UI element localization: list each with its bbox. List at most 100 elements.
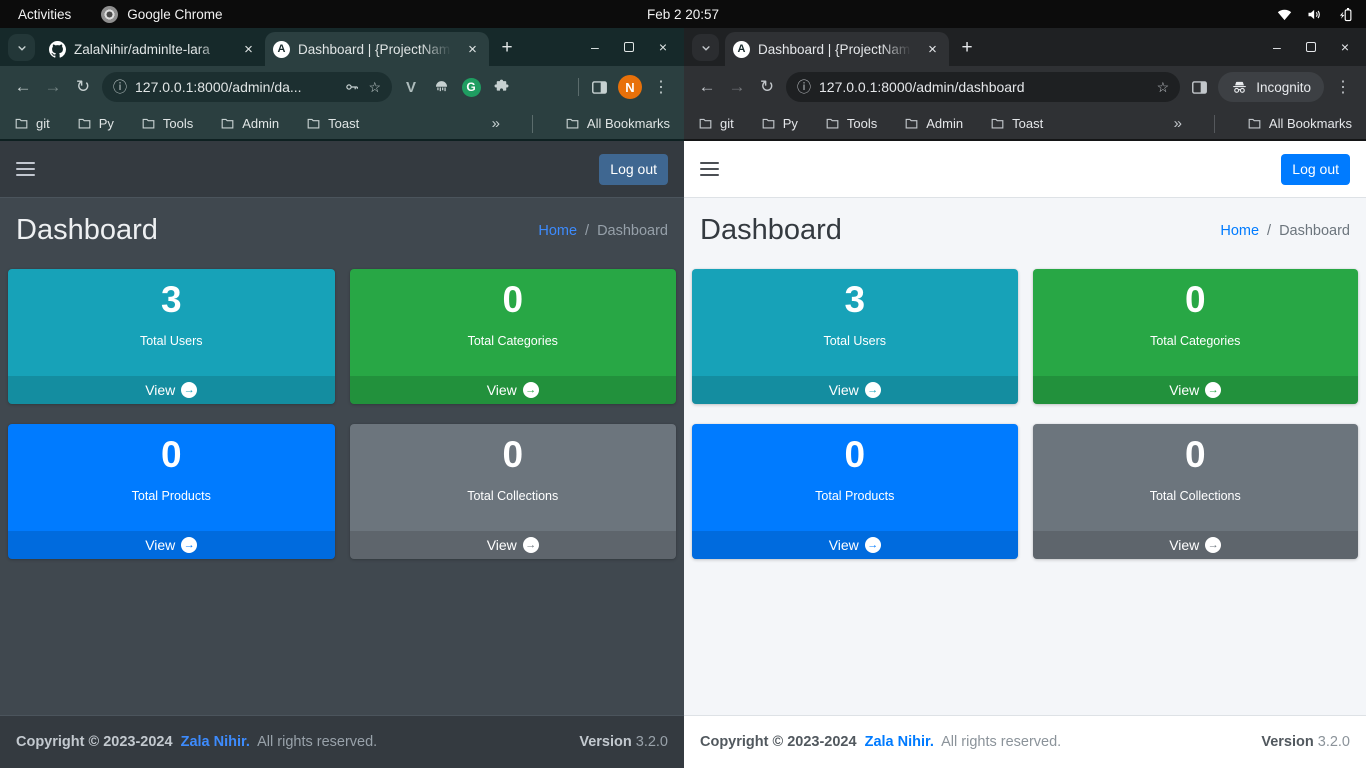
all-bookmarks-button[interactable]: All Bookmarks [1247, 116, 1352, 131]
window-close-button[interactable]: × [659, 39, 667, 55]
password-key-icon[interactable] [344, 79, 360, 95]
bookmark-folder-git[interactable]: git [14, 116, 50, 131]
tab-title: ZalaNihir/adminlte-lara [74, 42, 232, 57]
total-products-label: Total Products [692, 489, 1018, 503]
app-menu-label: Google Chrome [127, 7, 222, 22]
bookmarks-divider [532, 115, 533, 133]
bookmarks-overflow-chevron[interactable]: » [492, 115, 500, 132]
view-link[interactable]: View → [8, 376, 335, 404]
url-text[interactable]: 127.0.0.1:8000/admin/dashboard [819, 79, 1149, 95]
version-text: Version 3.2.0 [1261, 734, 1350, 750]
total-collections-value: 0 [1033, 433, 1359, 477]
extensions-puzzle-icon[interactable] [486, 72, 516, 102]
view-label: View [145, 382, 175, 398]
activities-button[interactable]: Activities [18, 7, 71, 22]
tab-dashboard[interactable]: A Dashboard | {ProjectNam × [265, 32, 489, 66]
window-maximize-button[interactable] [1306, 42, 1316, 52]
bookmark-star-icon[interactable]: ☆ [368, 80, 381, 94]
jellyfish-extension-icon[interactable] [426, 72, 456, 102]
new-tab-button[interactable]: + [953, 34, 981, 62]
bookmark-star-icon[interactable]: ☆ [1157, 80, 1170, 94]
copyright-prefix: Copyright © 2023-2024 [16, 734, 173, 750]
grammarly-extension-icon[interactable]: G [456, 72, 486, 102]
bookmark-folder-admin[interactable]: Admin [904, 116, 963, 131]
view-link[interactable]: View → [1033, 376, 1359, 404]
browser-menu-icon[interactable]: ⋮ [1328, 72, 1358, 102]
breadcrumb-home-link[interactable]: Home [1220, 223, 1259, 239]
address-bar[interactable]: ⓘ 127.0.0.1:8000/admin/da... ☆ [102, 72, 392, 102]
bookmark-folder-git[interactable]: git [698, 116, 734, 131]
view-label: View [145, 537, 175, 553]
site-info-icon[interactable]: ⓘ [113, 80, 127, 94]
total-products-box: 0 Total Products View → [8, 424, 335, 559]
bookmark-folder-toast[interactable]: Toast [990, 116, 1043, 131]
copyright-text: Copyright © 2023-2024 Zala Nihir. All ri… [16, 734, 381, 750]
adminlte-favicon: A [273, 41, 290, 58]
sidebar-toggle-icon[interactable] [16, 158, 35, 179]
all-bookmarks-button[interactable]: All Bookmarks [565, 116, 670, 131]
window-minimize-button[interactable]: – [591, 39, 599, 55]
bookmark-folder-py[interactable]: Py [77, 116, 114, 131]
tab-title: Dashboard | {ProjectNam [758, 42, 916, 57]
view-link[interactable]: View → [692, 531, 1018, 559]
new-tab-button[interactable]: + [493, 34, 521, 62]
vue-devtools-extension-icon[interactable]: V [396, 72, 426, 102]
url-text[interactable]: 127.0.0.1:8000/admin/da... [135, 79, 336, 95]
tab-github-repo[interactable]: ZalaNihir/adminlte-lara × [41, 32, 265, 66]
incognito-badge[interactable]: Incognito [1218, 72, 1324, 102]
address-bar[interactable]: ⓘ 127.0.0.1:8000/admin/dashboard ☆ [786, 72, 1180, 102]
view-link[interactable]: View → [1033, 531, 1359, 559]
view-link[interactable]: View → [8, 531, 335, 559]
view-link[interactable]: View → [692, 376, 1018, 404]
profile-avatar[interactable]: N [618, 75, 642, 99]
tab-search-button[interactable] [8, 34, 35, 61]
bookmarks-overflow-chevron[interactable]: » [1174, 115, 1182, 132]
reload-button[interactable]: ↻ [68, 72, 98, 102]
clock[interactable]: Feb 2 20:57 [647, 7, 719, 22]
browser-toolbar: ← → ↻ ⓘ 127.0.0.1:8000/admin/da... ☆ V G… [0, 66, 684, 108]
forward-button[interactable]: → [722, 72, 752, 102]
reload-button[interactable]: ↻ [752, 72, 782, 102]
folder-icon [77, 116, 92, 131]
window-close-button[interactable]: × [1341, 39, 1349, 55]
window-maximize-button[interactable] [624, 42, 634, 52]
side-panel-icon[interactable] [584, 72, 614, 102]
view-link[interactable]: View → [350, 376, 677, 404]
app-menu[interactable]: Google Chrome [101, 6, 222, 23]
side-panel-icon[interactable] [1184, 72, 1214, 102]
copyright-text: Copyright © 2023-2024 Zala Nihir. All ri… [700, 734, 1065, 750]
sidebar-toggle-icon[interactable] [700, 158, 719, 179]
system-status-area[interactable] [1276, 6, 1366, 23]
total-collections-label: Total Collections [1033, 489, 1359, 503]
tab-search-button[interactable] [692, 34, 719, 61]
bookmark-folder-toast[interactable]: Toast [306, 116, 359, 131]
back-button[interactable]: ← [8, 72, 38, 102]
tab-dashboard[interactable]: A Dashboard | {ProjectNam × [725, 32, 949, 66]
folder-icon [220, 116, 235, 131]
bookmark-folder-py[interactable]: Py [761, 116, 798, 131]
page-footer: Copyright © 2023-2024 Zala Nihir. All ri… [0, 715, 684, 768]
bookmark-folder-admin[interactable]: Admin [220, 116, 279, 131]
window-minimize-button[interactable]: – [1273, 39, 1281, 55]
bookmark-folder-tools[interactable]: Tools [825, 116, 877, 131]
author-link[interactable]: Zala Nihir. [865, 734, 934, 750]
site-info-icon[interactable]: ⓘ [797, 80, 811, 94]
logout-button[interactable]: Log out [1281, 154, 1350, 185]
browser-menu-icon[interactable]: ⋮ [646, 72, 676, 102]
back-button[interactable]: ← [692, 72, 722, 102]
bookmark-label: git [36, 116, 50, 131]
breadcrumb-home-link[interactable]: Home [538, 223, 577, 239]
total-categories-value: 0 [350, 278, 677, 322]
forward-button[interactable]: → [38, 72, 68, 102]
tab-close-icon[interactable]: × [240, 42, 257, 57]
total-products-value: 0 [692, 433, 1018, 477]
total-users-box: 3 Total Users View → [692, 269, 1018, 404]
author-link[interactable]: Zala Nihir. [181, 734, 250, 750]
view-link[interactable]: View → [350, 531, 677, 559]
page-footer: Copyright © 2023-2024 Zala Nihir. All ri… [684, 715, 1366, 768]
total-categories-label: Total Categories [350, 334, 677, 348]
bookmark-folder-tools[interactable]: Tools [141, 116, 193, 131]
logout-button[interactable]: Log out [599, 154, 668, 185]
tab-close-icon[interactable]: × [924, 42, 941, 57]
tab-close-icon[interactable]: × [464, 42, 481, 57]
